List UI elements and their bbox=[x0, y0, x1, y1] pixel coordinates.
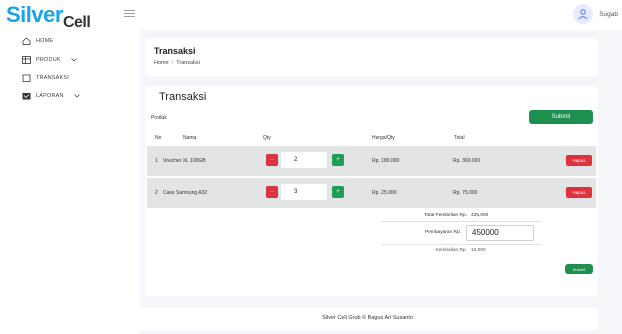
column-header-harga: Harga/Qty bbox=[372, 135, 395, 141]
column-header-qty: Qty bbox=[263, 135, 271, 141]
table-icon bbox=[22, 56, 31, 64]
menu-toggle-icon[interactable] bbox=[124, 10, 135, 18]
user-name: Sugab bbox=[599, 10, 618, 18]
breadcrumb-home[interactable]: Home bbox=[154, 60, 169, 66]
summary-divider bbox=[381, 221, 541, 222]
row-nama: Case Samsung A32 bbox=[163, 190, 208, 196]
sidebar-item-home[interactable]: HOME bbox=[22, 34, 54, 48]
home-icon bbox=[22, 37, 31, 45]
summary-divider bbox=[381, 244, 541, 245]
row-total: Rp. 360.000 bbox=[453, 158, 481, 164]
qty-input[interactable]: 2 bbox=[281, 152, 327, 168]
decrease-qty-button[interactable]: - bbox=[266, 154, 278, 166]
column-header-no: No bbox=[155, 135, 162, 141]
top-bar: Silver Cell Sugab bbox=[0, 0, 622, 31]
user-avatar-icon bbox=[573, 4, 594, 24]
breadcrumb: Home / Transaksi bbox=[154, 60, 200, 66]
chevron-down-icon bbox=[73, 94, 80, 98]
table-row: 1 Voucher XL 100GB - 2 + Rp. 180.000 Rp.… bbox=[147, 146, 596, 176]
breadcrumb-current: Transaksi bbox=[176, 60, 200, 66]
sidebar-item-laporan[interactable]: LAPORAN bbox=[22, 89, 80, 103]
table-row: 2 Case Samsung A32 - 3 + Rp. 25.000 Rp. … bbox=[147, 178, 596, 208]
brand-name-main: Silver bbox=[6, 2, 63, 27]
total-purchase-value: 435,000 bbox=[471, 213, 489, 218]
increase-qty-button[interactable]: + bbox=[332, 186, 344, 198]
submit-button[interactable]: Submit bbox=[529, 110, 593, 124]
decrease-qty-button[interactable]: - bbox=[266, 186, 278, 198]
change-label: Kembalian Rp. bbox=[435, 248, 467, 253]
row-total: Rp. 75.000 bbox=[453, 190, 478, 196]
sidebar-item-label: TRANSAKSI bbox=[36, 75, 69, 81]
row-harga: Rp. 25.000 bbox=[372, 190, 397, 196]
row-no: 2 bbox=[155, 190, 158, 196]
increase-qty-button[interactable]: + bbox=[332, 154, 344, 166]
submit-payment-button[interactable]: Submit bbox=[565, 264, 593, 274]
sidebar-item-label: HOME bbox=[36, 38, 54, 44]
produk-label: Produk bbox=[151, 115, 167, 121]
delete-row-button[interactable]: Hapus bbox=[566, 155, 592, 166]
footer-text: Silver Cell Grub © Bagus Ari Susanto bbox=[322, 315, 413, 321]
card-title: Transaksi bbox=[159, 91, 207, 103]
transaction-card: Transaksi Produk Submit No Nama Qty Harg… bbox=[145, 86, 598, 296]
chevron-down-icon bbox=[70, 58, 77, 62]
sidebar-item-label: LAPORAN bbox=[36, 93, 64, 99]
column-header-total: Total bbox=[454, 135, 465, 141]
change-value: 15,000 bbox=[471, 248, 486, 253]
cart-icon bbox=[22, 74, 31, 82]
footer: Silver Cell Grub © Bagus Ari Susanto bbox=[137, 308, 598, 330]
table-header: No Nama Qty Harga/Qty Total bbox=[147, 132, 596, 144]
column-header-nama: Nama bbox=[183, 135, 197, 141]
sidebar-item-label: PRODUK bbox=[36, 57, 61, 63]
page-header-card: Transaksi Home / Transaksi bbox=[145, 38, 598, 76]
delete-row-button[interactable]: Hapus bbox=[566, 187, 592, 198]
row-nama: Voucher XL 100GB bbox=[163, 158, 206, 164]
row-harga: Rp. 180.000 bbox=[372, 158, 400, 164]
sidebar-item-transaksi[interactable]: TRANSAKSI bbox=[22, 71, 69, 85]
sidebar: HOME PRODUK TRANSAKSI LAPORAN bbox=[0, 30, 140, 334]
total-purchase-label: Total Pembelian Rp. bbox=[424, 213, 467, 218]
payment-label: Pembayaran Rp. bbox=[425, 230, 461, 235]
row-no: 1 bbox=[155, 158, 158, 164]
sidebar-item-produk[interactable]: PRODUK bbox=[22, 53, 77, 67]
brand-logo[interactable]: Silver Cell bbox=[6, 2, 91, 31]
qty-input[interactable]: 3 bbox=[281, 184, 327, 200]
page-title: Transaksi bbox=[154, 46, 196, 56]
user-menu[interactable]: Sugab bbox=[573, 4, 618, 24]
clipboard-icon bbox=[22, 93, 31, 100]
payment-input[interactable]: 450000 bbox=[466, 225, 534, 241]
